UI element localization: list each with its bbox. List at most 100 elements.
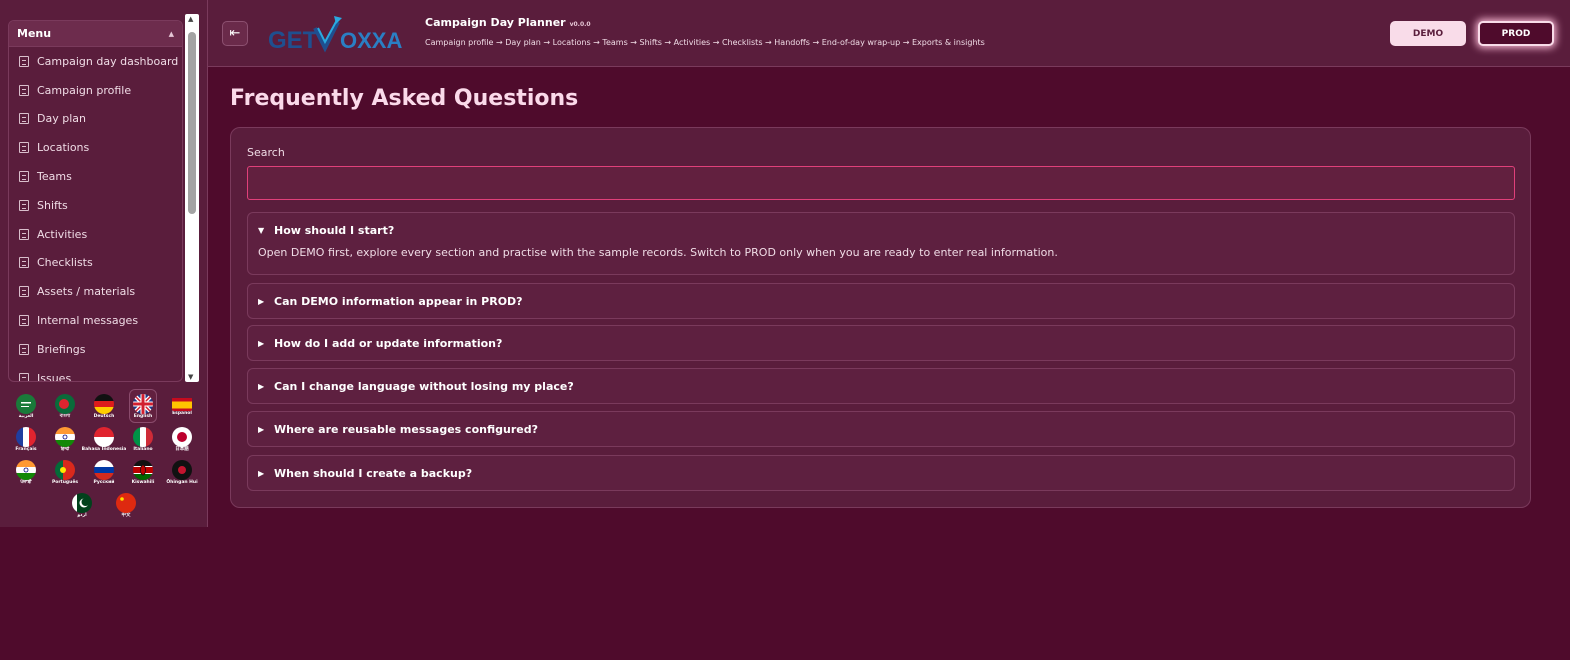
page-title: Frequently Asked Questions <box>230 86 579 111</box>
menu-list: Campaign day dashboard Campaign profile … <box>9 47 182 381</box>
sidebar-item-assets-materials[interactable]: Assets / materials <box>9 277 182 306</box>
sidebar-item-label: Day plan <box>37 112 86 126</box>
prod-button[interactable]: PROD <box>1478 21 1554 46</box>
sidebar-item-briefings[interactable]: Briefings <box>9 335 182 364</box>
pakistan-flag-icon <box>72 493 92 513</box>
document-icon <box>19 113 29 125</box>
india-flag-icon <box>16 460 36 480</box>
collapsed-triangle-icon: ▶ <box>258 382 265 391</box>
faq-question[interactable]: ▶ When should I create a backup? <box>248 456 1514 491</box>
sidebar-item-activities[interactable]: Activities <box>9 220 182 249</box>
italy-flag-icon <box>133 427 153 447</box>
language-chinese[interactable]: 中文 <box>113 489 139 521</box>
faq-question[interactable]: ▶ Can DEMO information appear in PROD? <box>248 284 1514 319</box>
language-label: Ōhingan Hui <box>166 480 198 485</box>
menu-header[interactable]: Menu ▲ <box>9 21 182 47</box>
japan-flag-icon <box>172 427 192 447</box>
document-icon <box>19 199 29 211</box>
sidebar-item-locations[interactable]: Locations <box>9 133 182 162</box>
app-title-text: Campaign Day Planner <box>425 16 566 29</box>
language-urdu[interactable]: اردو <box>69 489 95 521</box>
language-hindi[interactable]: हिन्दी <box>52 423 78 455</box>
faq-question[interactable]: ▶ Can I change language without losing my… <box>248 369 1514 404</box>
faq-question[interactable]: ▼ How should I start? <box>248 213 1514 248</box>
language-portuguese[interactable]: Português <box>52 456 78 488</box>
faq-item-how-should-i-start[interactable]: ▼ How should I start? Open DEMO first, ex… <box>247 212 1515 275</box>
collapse-caret-icon[interactable]: ▲ <box>169 30 174 38</box>
russia-flag-icon <box>94 460 114 480</box>
germany-flag-icon <box>94 394 114 414</box>
sidebar-item-label: Checklists <box>37 256 93 270</box>
language-label: Pусский <box>93 480 115 485</box>
language-bengali[interactable]: বাংলা <box>52 390 78 422</box>
saudi-arabia-flag-icon <box>16 394 36 414</box>
collapsed-triangle-icon: ▶ <box>258 469 265 478</box>
language-indonesian[interactable]: Bahasa Indonesia <box>82 423 126 455</box>
collapsed-triangle-icon: ▶ <box>258 339 265 348</box>
black-circle-flag-icon <box>172 460 192 480</box>
sidebar-item-day-plan[interactable]: Day plan <box>9 105 182 134</box>
faq-item-add-update-info[interactable]: ▶ How do I add or update information? <box>247 325 1515 361</box>
faq-question[interactable]: ▶ Where are reusable messages configured? <box>248 412 1514 447</box>
demo-button[interactable]: DEMO <box>1390 21 1466 46</box>
sidebar-item-label: Shifts <box>37 198 68 212</box>
faq-question-text: How should I start? <box>274 224 395 237</box>
language-ohingan-hui[interactable]: Ōhingan Hui <box>166 456 198 488</box>
document-icon <box>19 142 29 154</box>
search-input[interactable] <box>247 166 1515 200</box>
document-icon <box>19 343 29 355</box>
kenya-flag-icon <box>133 460 153 480</box>
scrollbar-thumb[interactable] <box>188 32 196 214</box>
language-english[interactable]: English <box>129 389 157 423</box>
sidebar-item-internal-messages[interactable]: Internal messages <box>9 306 182 335</box>
search-label: Search <box>247 146 285 159</box>
faq-item-reusable-messages[interactable]: ▶ Where are reusable messages configured? <box>247 411 1515 447</box>
getvoxxa-logo: GET OXXA <box>268 14 413 54</box>
language-label: العربية <box>18 414 34 419</box>
language-russian[interactable]: Pусский <box>91 456 117 488</box>
language-spanish[interactable]: Español <box>169 390 195 422</box>
bangladesh-flag-icon <box>55 394 75 414</box>
sidebar-toggle-icon[interactable]: ⇤ <box>222 21 248 46</box>
scroll-down-icon[interactable]: ▼ <box>188 373 193 381</box>
sidebar-item-shifts[interactable]: Shifts <box>9 191 182 220</box>
language-punjabi[interactable]: ਪੰਜਾਬੀ <box>13 456 39 488</box>
faq-question-text: When should I create a backup? <box>274 467 473 480</box>
language-label: Bahasa Indonesia <box>81 447 127 452</box>
faq-item-change-language[interactable]: ▶ Can I change language without losing my… <box>247 368 1515 404</box>
sidebar: Menu ▲ Campaign day dashboard Campaign p… <box>0 0 208 527</box>
sidebar-item-campaign-profile[interactable]: Campaign profile <box>9 76 182 105</box>
document-icon <box>19 84 29 96</box>
app-title: Campaign Day Planner v0.0.0 <box>425 16 591 29</box>
menu-scrollbar[interactable]: ▲ ▼ <box>185 14 199 382</box>
language-label: Français <box>15 447 37 452</box>
sidebar-item-checklists[interactable]: Checklists <box>9 249 182 278</box>
spain-flag-icon <box>172 397 192 411</box>
france-flag-icon <box>16 427 36 447</box>
language-label: اردو <box>77 513 87 518</box>
sidebar-item-teams[interactable]: Teams <box>9 162 182 191</box>
indonesia-flag-icon <box>94 427 114 447</box>
scroll-up-icon[interactable]: ▲ <box>188 15 193 23</box>
language-german[interactable]: Deutsch <box>91 390 117 422</box>
language-label: हिन्दी <box>60 447 70 452</box>
sidebar-item-label: Activities <box>37 227 88 241</box>
language-swahili[interactable]: Kiswahili <box>130 456 156 488</box>
sidebar-item-issues[interactable]: Issues <box>9 364 182 381</box>
language-arabic[interactable]: العربية <box>13 390 39 422</box>
language-label: Español <box>172 411 192 416</box>
faq-item-demo-in-prod[interactable]: ▶ Can DEMO information appear in PROD? <box>247 283 1515 319</box>
language-label: English <box>133 414 153 419</box>
document-icon <box>19 55 29 67</box>
sidebar-item-campaign-day-dashboard[interactable]: Campaign day dashboard <box>9 47 182 76</box>
language-italian[interactable]: Italiano <box>130 423 156 455</box>
language-french[interactable]: Français <box>13 423 39 455</box>
india-flag-icon <box>55 427 75 447</box>
sidebar-item-label: Assets / materials <box>37 285 136 299</box>
faq-item-create-backup[interactable]: ▶ When should I create a backup? <box>247 455 1515 491</box>
faq-question-text: Can DEMO information appear in PROD? <box>274 295 523 308</box>
china-flag-icon <box>116 493 136 513</box>
faq-question[interactable]: ▶ How do I add or update information? <box>248 326 1514 361</box>
document-icon <box>19 257 29 269</box>
language-japanese[interactable]: 日本語 <box>169 423 195 455</box>
